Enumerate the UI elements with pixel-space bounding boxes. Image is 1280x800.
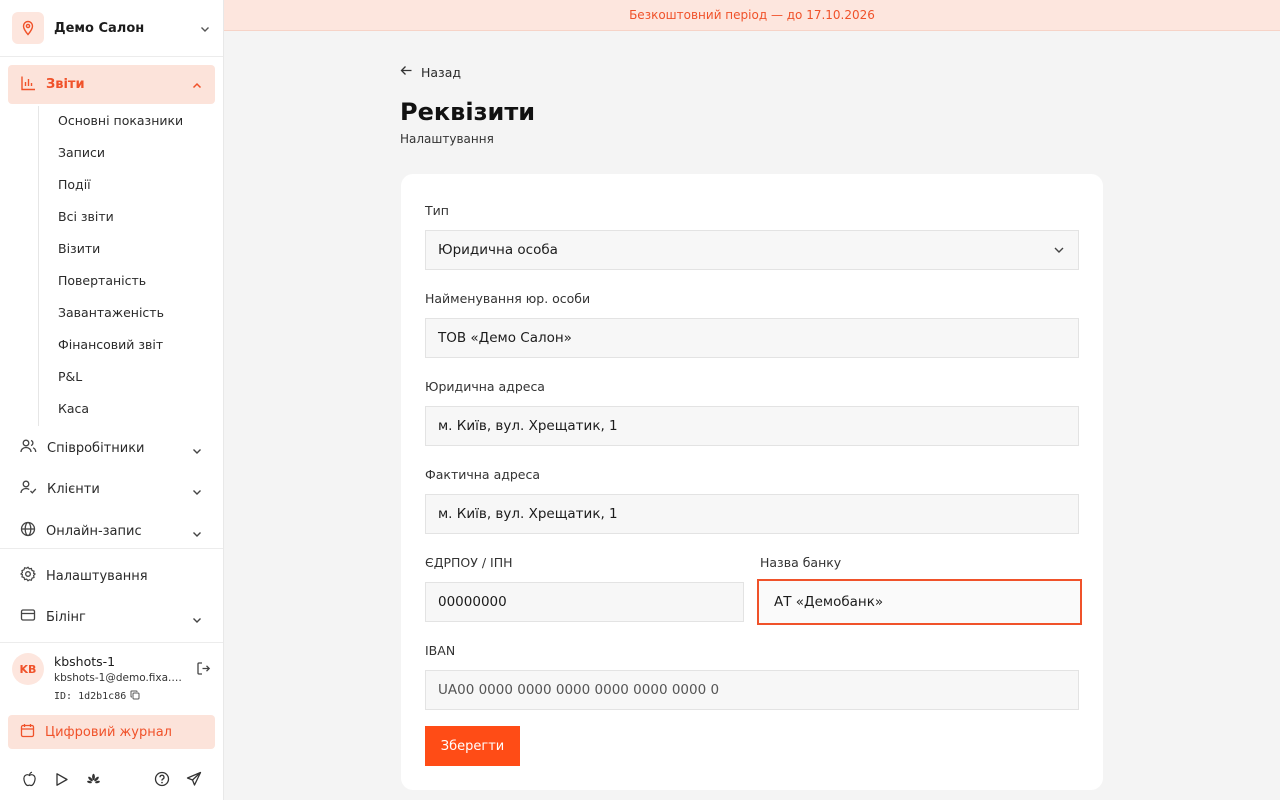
save-button[interactable]: Зберегти [425, 726, 520, 766]
user-id-text: ID: 1d2b1c86 [54, 691, 127, 702]
bar-chart-icon [20, 75, 36, 95]
logout-icon[interactable] [196, 661, 211, 680]
edrpou-field[interactable]: 00000000 [425, 582, 744, 622]
copy-icon[interactable] [130, 690, 140, 703]
avatar[interactable]: KB [12, 653, 44, 685]
salon-name: Демо Салон [54, 20, 145, 36]
user-check-icon [20, 479, 37, 499]
edrpou-label: ЄДРПОУ / ІПН [425, 555, 513, 570]
digital-journal-button[interactable]: Цифровий журнал [8, 715, 215, 749]
nav-online-label: Онлайн-запис [46, 523, 142, 539]
subnav-item[interactable]: Всі звіти [58, 209, 114, 224]
legal-address-label: Юридична адреса [425, 379, 545, 394]
company-name-label: Найменування юр. особи [425, 291, 591, 306]
subnav-item[interactable]: Фінансовий звіт [58, 337, 163, 352]
globe-icon [20, 521, 36, 541]
legal-address-field[interactable]: м. Київ, вул. Хрещатик, 1 [425, 406, 1079, 446]
chevron-down-icon [191, 483, 203, 502]
nav-staff-label: Співробітники [47, 440, 145, 456]
nav-billing[interactable]: Білінг [8, 599, 215, 635]
page-title: Реквізити [400, 98, 536, 126]
chevron-up-icon [191, 77, 203, 96]
subnav-item[interactable]: Основні показники [58, 113, 183, 128]
digital-journal-label: Цифровий журнал [45, 724, 172, 740]
calendar-icon [20, 723, 35, 742]
bottom-toolbar [0, 762, 223, 794]
sidebar: Демо Салон Звіти Основні показники Запис… [0, 0, 224, 800]
iban-field[interactable]: UA00 0000 0000 0000 0000 0000 0000 0 [425, 670, 1079, 710]
company-name-field[interactable]: ТОВ «Демо Салон» [425, 318, 1079, 358]
nav-online-booking[interactable]: Онлайн-запис [8, 513, 215, 549]
bank-name-label: Назва банку [760, 555, 842, 570]
page-subtitle: Налаштування [400, 132, 494, 146]
subnav-item[interactable]: Візити [58, 241, 100, 256]
back-link[interactable]: Назад [400, 64, 461, 80]
nav-clients[interactable]: Клієнти [8, 471, 215, 507]
arrow-left-icon [400, 64, 413, 80]
iban-label: IBAN [425, 643, 456, 658]
actual-address-field[interactable]: м. Київ, вул. Хрещатик, 1 [425, 494, 1079, 534]
gear-icon [19, 566, 37, 586]
divider [0, 548, 223, 549]
credit-card-icon [20, 607, 36, 627]
subnav-item[interactable]: Повертаність [58, 273, 146, 288]
subnav-item[interactable]: P&L [58, 369, 82, 384]
chevron-down-icon [191, 442, 203, 461]
chevron-down-icon [191, 611, 203, 630]
nav-settings[interactable]: Налаштування [8, 558, 215, 594]
apple-icon[interactable] [20, 770, 38, 788]
nav-billing-label: Білінг [46, 609, 86, 625]
nav-reports-label: Звіти [46, 77, 85, 92]
user-profile: KB kbshots-1 kbshots-1@demo.fixa.b... ID… [0, 643, 223, 711]
chevron-down-icon [1052, 243, 1066, 261]
send-icon[interactable] [185, 770, 203, 788]
user-id: ID: 1d2b1c86 [54, 690, 140, 703]
type-label: Тип [425, 203, 449, 218]
users-icon [20, 438, 37, 458]
trial-banner: Безкоштовний період — до 17.10.2026 [224, 0, 1280, 31]
play-store-icon[interactable] [52, 770, 70, 788]
salon-switcher[interactable]: Демо Салон [0, 0, 223, 57]
huawei-icon[interactable] [84, 770, 102, 788]
back-link-label: Назад [421, 64, 462, 80]
subnav-item[interactable]: Події [58, 177, 91, 192]
nav-settings-label: Налаштування [46, 568, 148, 584]
chevron-down-icon [191, 525, 203, 544]
actual-address-label: Фактична адреса [425, 467, 541, 482]
bank-name-field[interactable]: АТ «Демобанк» [757, 579, 1082, 625]
nav-clients-label: Клієнти [47, 481, 100, 497]
subnav-item[interactable]: Завантаженість [58, 305, 164, 320]
chevron-down-icon [199, 20, 211, 39]
user-name: kbshots-1 [54, 654, 116, 669]
reports-subnav: Основні показники Записи Події Всі звіти… [38, 106, 218, 426]
help-icon[interactable] [153, 770, 171, 788]
type-select-value: Юридична особа [438, 242, 558, 258]
user-email: kbshots-1@demo.fixa.b... [54, 672, 186, 684]
nav-staff[interactable]: Співробітники [8, 430, 215, 466]
type-select[interactable]: Юридична особа [425, 230, 1079, 270]
subnav-item[interactable]: Записи [58, 145, 105, 160]
nav-reports[interactable]: Звіти [8, 65, 215, 104]
subnav-item[interactable]: Каса [58, 401, 89, 416]
location-pin-icon [12, 12, 44, 44]
